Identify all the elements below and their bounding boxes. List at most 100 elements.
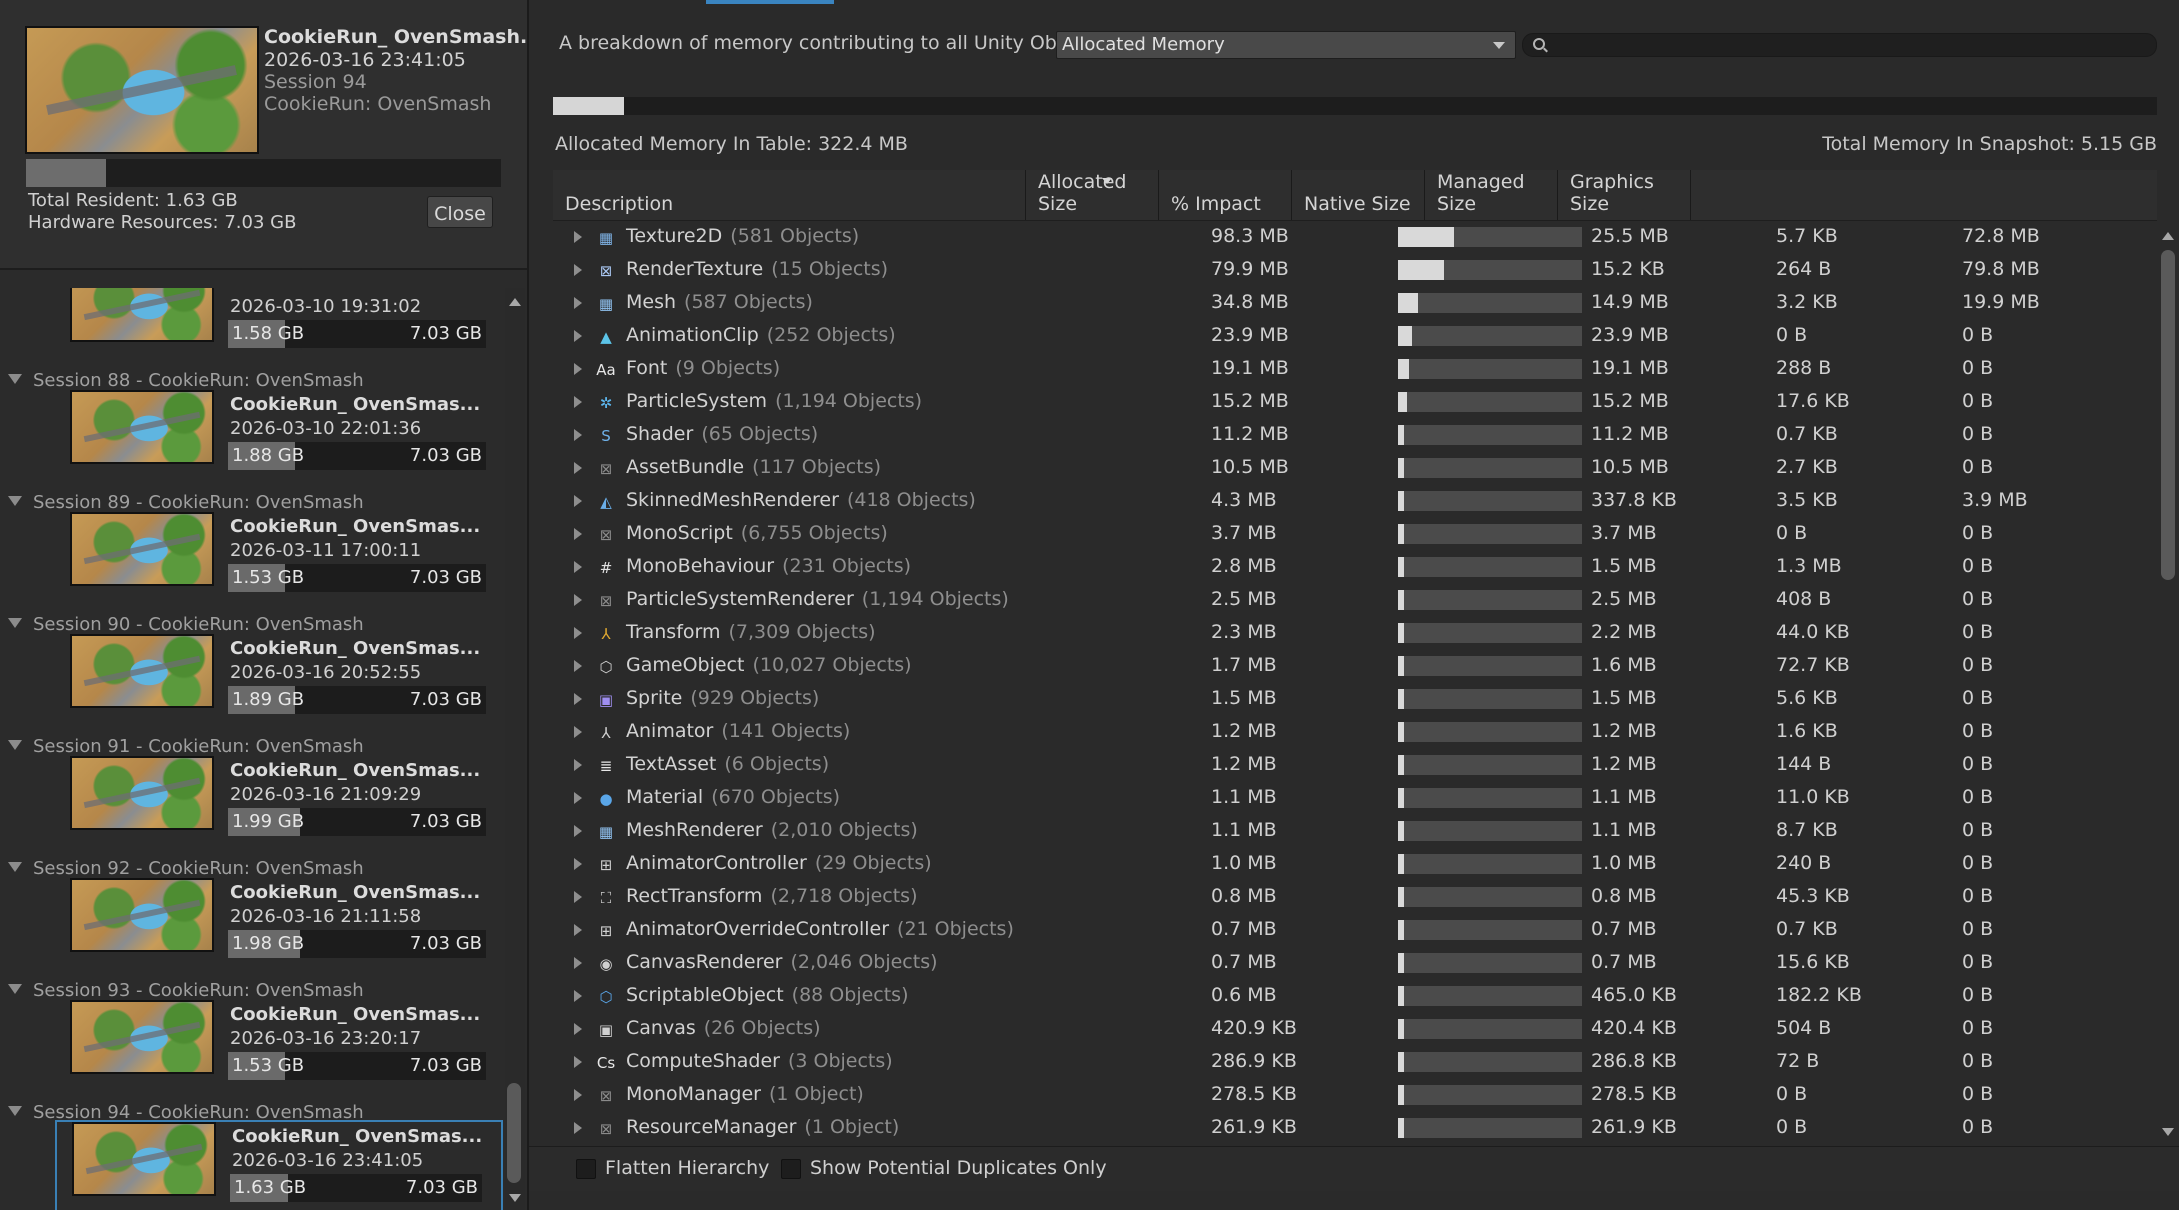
column-graphics-size[interactable]: Graphics Size — [1557, 170, 1691, 220]
object-type-name: Texture2D — [626, 225, 723, 247]
table-row[interactable]: Aa Font (9 Objects) 19.1 MB 19.1 MB 288 B 0 B — [553, 353, 2133, 386]
close-button[interactable]: Close — [427, 196, 493, 228]
table-row[interactable]: ⊠ MonoScript (6,755 Objects) 3.7 MB 3.7 MB 0 … — [553, 518, 2133, 551]
chevron-down-icon[interactable] — [8, 740, 22, 750]
expand-arrow-icon[interactable] — [574, 924, 582, 936]
show-duplicates-checkbox[interactable] — [781, 1159, 801, 1179]
search-input[interactable] — [1553, 34, 2147, 58]
expand-arrow-icon[interactable] — [574, 957, 582, 969]
expand-arrow-icon[interactable] — [574, 528, 582, 540]
table-row[interactable]: ◉ CanvasRenderer (2,046 Objects) 0.7 MB 0.7 … — [553, 947, 2133, 980]
expand-arrow-icon[interactable] — [574, 1089, 582, 1101]
scroll-down-arrow-icon[interactable] — [509, 1194, 521, 1202]
table-row[interactable]: ⊠ AssetBundle (117 Objects) 10.5 MB 10.5 MB 2… — [553, 452, 2133, 485]
expand-arrow-icon[interactable] — [574, 1122, 582, 1134]
table-row[interactable]: ▣ Canvas (26 Objects) 420.9 KB 420.4 KB 504 B… — [553, 1013, 2133, 1046]
expand-arrow-icon[interactable] — [574, 1023, 582, 1035]
table-row[interactable]: ● Material (670 Objects) 1.1 MB 1.1 MB 11.0 K… — [553, 782, 2133, 815]
snapshot-item-selected[interactable]: CookieRun_ OvenSmas... 2026-03-16 23:41:0… — [0, 1120, 508, 1210]
table-row[interactable]: ▲ AnimationClip (252 Objects) 23.9 MB 23.9 M… — [553, 320, 2133, 353]
show-duplicates-label[interactable]: Show Potential Duplicates Only — [810, 1157, 1107, 1179]
table-scrollbar[interactable] — [2159, 224, 2177, 1144]
allocated-size-cell: 286.9 KB — [1211, 1050, 1297, 1072]
flatten-hierarchy-label[interactable]: Flatten Hierarchy — [605, 1157, 769, 1179]
column-native-size[interactable]: Native Size — [1291, 170, 1425, 220]
snapshot-item[interactable]: CookieRun_ OvenSmas... 2026-03-11 17:00:1… — [0, 512, 508, 622]
expand-arrow-icon[interactable] — [574, 561, 582, 573]
expand-arrow-icon[interactable] — [574, 990, 582, 1002]
flatten-hierarchy-checkbox[interactable] — [576, 1159, 596, 1179]
expand-arrow-icon[interactable] — [574, 330, 582, 342]
scroll-up-arrow-icon[interactable] — [509, 298, 521, 306]
table-row[interactable]: ⬡ GameObject (10,027 Objects) 1.7 MB 1.6 MB 7… — [553, 650, 2133, 683]
expand-arrow-icon[interactable] — [574, 627, 582, 639]
expand-arrow-icon[interactable] — [574, 594, 582, 606]
column-allocated-size[interactable]: Allocated Size — [1025, 170, 1159, 220]
column-impact[interactable]: % Impact — [1158, 170, 1292, 220]
object-type-name: Shader — [626, 423, 694, 445]
snapshot-item[interactable]: CookieRun_ OvenSmas... 2026-03-16 21:09:2… — [0, 756, 508, 866]
expand-arrow-icon[interactable] — [574, 825, 582, 837]
chevron-down-icon[interactable] — [8, 618, 22, 628]
chevron-down-icon[interactable] — [8, 374, 22, 384]
managed-size-cell: 11.0 KB — [1776, 786, 1850, 808]
table-row[interactable]: ≣ TextAsset (6 Objects) 1.2 MB 1.2 MB 144 B 0 … — [553, 749, 2133, 782]
table-row[interactable]: ⛶ RectTransform (2,718 Objects) 0.8 MB 0.8 M… — [553, 881, 2133, 914]
table-row[interactable]: Cs ComputeShader (3 Objects) 286.9 KB 286.8 … — [553, 1046, 2133, 1079]
table-row[interactable]: ▦ Mesh (587 Objects) 34.8 MB 14.9 MB 3.2 KB 19… — [553, 287, 2133, 320]
expand-arrow-icon[interactable] — [574, 792, 582, 804]
table-row[interactable]: ✲ ParticleSystem (1,194 Objects) 15.2 MB 15.… — [553, 386, 2133, 419]
table-row[interactable]: ▣ Sprite (929 Objects) 1.5 MB 1.5 MB 5.6 KB 0 … — [553, 683, 2133, 716]
snapshot-list-scroll-thumb[interactable] — [507, 1083, 521, 1183]
expand-arrow-icon[interactable] — [574, 231, 582, 243]
snapshot-item[interactable]: CookieRun_ OvenSmas... 2026-03-10 22:01:3… — [0, 390, 508, 500]
snapshot-item[interactable]: 2026-03-10 19:31:02 1.58 GB 7.03 GB — [0, 288, 508, 378]
chevron-down-icon[interactable] — [8, 984, 22, 994]
table-row[interactable]: ▦ Texture2D (581 Objects) 98.3 MB 25.5 MB 5.7… — [553, 221, 2133, 254]
table-row[interactable]: ⅄ Animator (141 Objects) 1.2 MB 1.2 MB 1.6 KB… — [553, 716, 2133, 749]
expand-arrow-icon[interactable] — [574, 462, 582, 474]
snapshot-item[interactable]: CookieRun_ OvenSmas... 2026-03-16 21:11:5… — [0, 878, 508, 988]
expand-arrow-icon[interactable] — [574, 759, 582, 771]
table-scroll-down-arrow-icon[interactable] — [2162, 1128, 2174, 1136]
chevron-down-icon[interactable] — [8, 496, 22, 506]
expand-arrow-icon[interactable] — [574, 1056, 582, 1068]
expand-arrow-icon[interactable] — [574, 726, 582, 738]
column-managed-size[interactable]: Managed Size — [1424, 170, 1558, 220]
expand-arrow-icon[interactable] — [574, 891, 582, 903]
table-row[interactable]: ▦ MeshRenderer (2,010 Objects) 1.1 MB 1.1 MB… — [553, 815, 2133, 848]
table-scroll-thumb[interactable] — [2161, 250, 2175, 580]
table-row[interactable]: ⊠ MonoManager (1 Object) 278.5 KB 278.5 KB 0 … — [553, 1079, 2133, 1112]
table-row[interactable]: # MonoBehaviour (231 Objects) 2.8 MB 1.5 MB 1… — [553, 551, 2133, 584]
snapshot-list-scrollbar[interactable] — [505, 288, 525, 1210]
table-row[interactable]: ⊠ ResourceManager (1 Object) 261.9 KB 261.9 … — [553, 1112, 2133, 1145]
table-row[interactable]: ⬡ ScriptableObject (88 Objects) 0.6 MB 465.0… — [553, 980, 2133, 1013]
snapshot-item[interactable]: CookieRun_ OvenSmas... 2026-03-16 23:20:1… — [0, 1000, 508, 1110]
expand-arrow-icon[interactable] — [574, 363, 582, 375]
expand-arrow-icon[interactable] — [574, 858, 582, 870]
expand-arrow-icon[interactable] — [574, 660, 582, 672]
expand-arrow-icon[interactable] — [574, 693, 582, 705]
snapshot-usage-bar: 1.89 GB 7.03 GB — [228, 686, 486, 714]
table-row[interactable]: ⊞ AnimatorOverrideController (21 Objects) 0… — [553, 914, 2133, 947]
chevron-down-icon[interactable] — [8, 1106, 22, 1116]
memory-type-dropdown[interactable]: Allocated Memory — [1056, 31, 1516, 59]
expand-arrow-icon[interactable] — [574, 264, 582, 276]
table-row[interactable]: S Shader (65 Objects) 11.2 MB 11.2 MB 0.7 KB 0… — [553, 419, 2133, 452]
table-row[interactable]: ⊠ ParticleSystemRenderer (1,194 Objects) 2.… — [553, 584, 2133, 617]
expand-arrow-icon[interactable] — [574, 396, 582, 408]
expand-arrow-icon[interactable] — [574, 495, 582, 507]
expand-arrow-icon[interactable] — [574, 429, 582, 441]
chevron-down-icon[interactable] — [8, 862, 22, 872]
expand-arrow-icon[interactable] — [574, 297, 582, 309]
snapshot-item[interactable]: CookieRun_ OvenSmas... 2026-03-16 20:52:5… — [0, 634, 508, 744]
table-row[interactable]: ⊞ AnimatorController (29 Objects) 1.0 MB 1.0… — [553, 848, 2133, 881]
column-description[interactable]: Description — [553, 170, 1025, 220]
table-row[interactable]: ⅄ Transform (7,309 Objects) 2.3 MB 2.2 MB 44.… — [553, 617, 2133, 650]
table-row[interactable]: ⊠ RenderTexture (15 Objects) 79.9 MB 15.2 KB… — [553, 254, 2133, 287]
table-row[interactable]: ◭ SkinnedMeshRenderer (418 Objects) 4.3 MB 3… — [553, 485, 2133, 518]
canvas-renderer-icon: ◉ — [599, 955, 613, 973]
table-scroll-up-arrow-icon[interactable] — [2162, 232, 2174, 240]
impact-bar-fill — [1398, 656, 1404, 676]
search-field[interactable] — [1522, 33, 2157, 58]
